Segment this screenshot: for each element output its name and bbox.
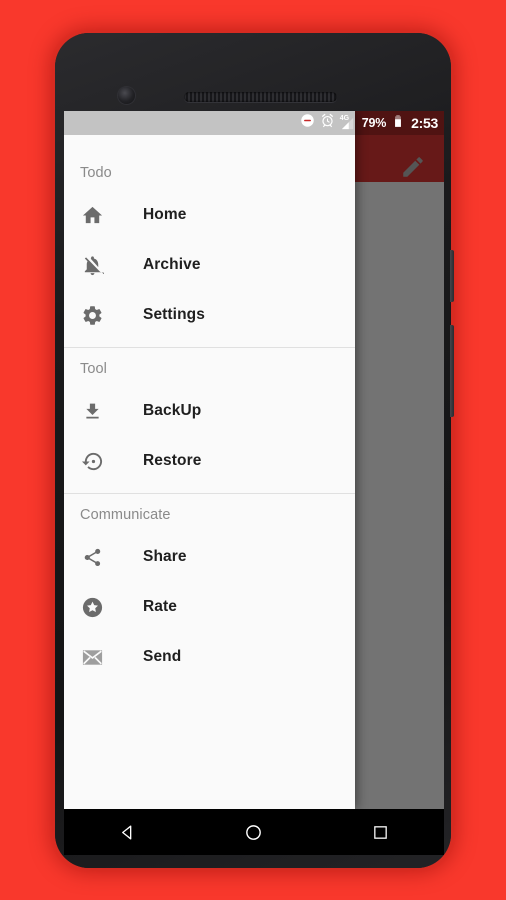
sidebar-item-label-send: Send xyxy=(143,648,182,665)
alarm-clock-icon xyxy=(320,113,335,133)
share-nodes-icon xyxy=(80,545,104,569)
power-button[interactable] xyxy=(450,250,454,302)
sidebar-item-send[interactable]: Send xyxy=(64,632,355,682)
sidebar-item-archive[interactable]: Archive xyxy=(64,240,355,290)
sidebar-item-restore[interactable]: Restore xyxy=(64,436,355,486)
phone-top-bezel xyxy=(55,33,451,111)
battery-icon xyxy=(391,113,405,134)
home-circle-icon[interactable] xyxy=(234,812,274,852)
restore-history-icon xyxy=(80,449,104,473)
battery-percent-label: 79% xyxy=(361,116,387,130)
sidebar-item-label-restore: Restore xyxy=(143,452,202,469)
drawer-section-tool: Tool BackUp Restore xyxy=(64,348,355,486)
recents-square-icon[interactable] xyxy=(361,812,401,852)
android-status-bar: 4G 79% 2:53 xyxy=(64,111,444,135)
do-not-disturb-icon xyxy=(300,113,315,133)
status-bar-clock: 2:53 xyxy=(411,115,438,131)
phone-device-frame: Flashlight Todo Home xyxy=(55,33,454,868)
sidebar-item-label-settings: Settings xyxy=(143,306,205,323)
earpiece-speaker-grille xyxy=(184,92,337,102)
phone-screen: Flashlight Todo Home xyxy=(64,111,444,809)
download-icon xyxy=(80,399,104,423)
sidebar-item-label-archive: Archive xyxy=(143,256,201,273)
drawer-section-todo: Todo Home Archive Settings xyxy=(64,152,355,340)
status-bar-icons: 4G 79% 2:53 xyxy=(300,113,438,134)
home-icon xyxy=(80,203,104,227)
sidebar-item-label-backup: BackUp xyxy=(143,402,202,419)
sidebar-item-label-home: Home xyxy=(143,206,187,223)
envelope-icon xyxy=(80,645,104,669)
section-header-todo: Todo xyxy=(80,165,112,181)
gear-icon xyxy=(80,303,104,327)
back-triangle-icon[interactable] xyxy=(107,812,147,852)
sidebar-item-label-share: Share xyxy=(143,548,187,565)
sidebar-item-share[interactable]: Share xyxy=(64,532,355,582)
section-header-tool: Tool xyxy=(80,361,107,377)
notifications-off-icon xyxy=(80,253,104,277)
star-circle-icon xyxy=(80,595,104,619)
front-camera-icon xyxy=(118,87,135,104)
sidebar-item-settings[interactable]: Settings xyxy=(64,290,355,340)
sidebar-item-rate[interactable]: Rate xyxy=(64,582,355,632)
navigation-drawer: Todo Home Archive Settings Tool BackUp R… xyxy=(64,111,355,809)
drawer-section-communicate: Communicate Share Rate Send xyxy=(64,494,355,682)
section-header-communicate: Communicate xyxy=(80,507,171,523)
sidebar-item-home[interactable]: Home xyxy=(64,190,355,240)
sidebar-item-label-rate: Rate xyxy=(143,598,177,615)
sidebar-item-backup[interactable]: BackUp xyxy=(64,386,355,436)
android-navigation-bar xyxy=(64,809,444,855)
signal-bars-icon: 4G xyxy=(340,115,355,131)
volume-rocker-button[interactable] xyxy=(450,325,454,417)
